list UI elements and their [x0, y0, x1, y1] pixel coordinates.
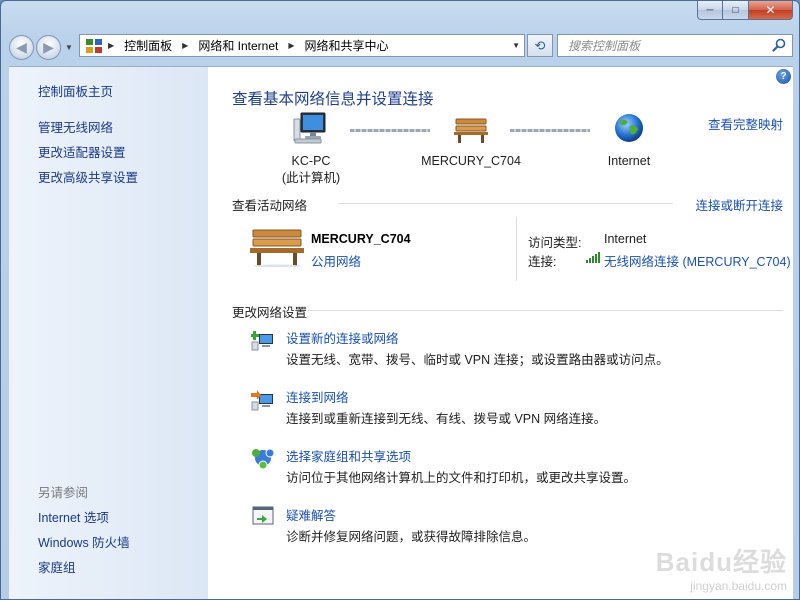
troubleshoot-desc: 诊断并修复网络问题，或获得故障排除信息。 [286, 530, 537, 544]
refresh-icon: ⟲ [534, 37, 546, 53]
map-computer-node: KC-PC (此计算机) [274, 153, 348, 187]
chevron-right-icon[interactable]: ▶ [108, 41, 114, 50]
connect-to-network-link[interactable]: 连接到网络 [286, 387, 349, 406]
address-bar[interactable]: ▶ 控制面板 ▶ 网络和 Internet ▶ 网络和共享中心 ▼ [79, 34, 525, 57]
sidebar-item-manage-wireless[interactable]: 管理无线网络 [38, 117, 113, 136]
main-panel: ? 查看基本网络信息并设置连接 查看完整映射 KC-PC (此计算机) MERC… [208, 67, 793, 599]
sidebar-item-control-panel-home[interactable]: 控制面板主页 [38, 81, 113, 100]
breadcrumb-control-panel[interactable]: 控制面板 [124, 37, 172, 54]
see-also-windows-firewall[interactable]: Windows 防火墙 [38, 532, 130, 551]
control-panel-icon [86, 38, 102, 53]
computer-subtitle: (此计算机) [281, 171, 341, 185]
homegroup-sharing-desc: 访问位于其他网络计算机上的文件和打印机，或更改共享设置。 [286, 471, 637, 485]
control-panel-window: ─ □ ✕ ◀ ▶ ▼ ▶ 控制面板 ▶ 网络和 Internet ▶ 网络和共… [0, 0, 800, 600]
close-button[interactable]: ✕ [749, 1, 793, 20]
section-divider [308, 310, 783, 311]
watermark-logo: Baidu经验 [655, 547, 787, 577]
sidebar-item-adapter-settings[interactable]: 更改适配器设置 [38, 142, 126, 161]
section-divider [338, 203, 673, 204]
see-also-homegroup[interactable]: 家庭组 [38, 557, 76, 576]
search-input[interactable] [568, 38, 768, 53]
globe-icon [615, 114, 643, 142]
sidebar: 控制面板主页 管理无线网络 更改适配器设置 更改高级共享设置 另请参阅 Inte… [9, 67, 208, 599]
caption-buttons: ─ □ ✕ [697, 1, 793, 20]
page-title: 查看基本网络信息并设置连接 [232, 91, 434, 108]
change-settings-heading: 更改网络设置 [232, 306, 308, 320]
see-also-heading: 另请参阅 [38, 486, 89, 500]
connect-network-icon [251, 390, 273, 411]
troubleshoot-link[interactable]: 疑难解答 [286, 505, 336, 524]
navigation-bar: ◀ ▶ ▼ ▶ 控制面板 ▶ 网络和 Internet ▶ 网络和共享中心 ▼ … [9, 33, 793, 61]
breadcrumb-network-internet[interactable]: 网络和 Internet [198, 37, 278, 54]
connection-label: 连接: [528, 255, 557, 269]
view-full-map-link[interactable]: 查看完整映射 [708, 114, 783, 133]
minimize-button[interactable]: ─ [697, 1, 723, 20]
homegroup-icon [252, 448, 275, 469]
refresh-button[interactable]: ⟲ [527, 34, 553, 57]
content-area: 控制面板主页 管理无线网络 更改适配器设置 更改高级共享设置 另请参阅 Inte… [9, 66, 793, 599]
breadcrumb-network-sharing-center[interactable]: 网络和共享中心 [305, 37, 389, 54]
connection-line [350, 129, 430, 132]
forward-arrow-icon: ▶ [43, 38, 54, 55]
help-icon[interactable]: ? [776, 69, 791, 84]
setup-new-connection-link[interactable]: 设置新的连接或网络 [286, 328, 399, 347]
network-type-link[interactable]: 公用网络 [311, 251, 361, 270]
bench-icon [250, 229, 304, 267]
search-box[interactable] [557, 34, 793, 57]
setup-new-connection-desc: 设置无线、宽带、拨号、临时或 VPN 连接；或设置路由器或访问点。 [286, 353, 669, 367]
map-internet-label: Internet [607, 154, 651, 168]
active-network-name: MERCURY_C704 [311, 232, 411, 246]
troubleshoot-icon [252, 506, 274, 525]
bench-icon [454, 118, 488, 143]
map-internet-node: Internet [598, 153, 660, 170]
active-networks-heading: 查看活动网络 [232, 199, 308, 213]
homegroup-sharing-link[interactable]: 选择家庭组和共享选项 [286, 446, 411, 465]
map-network-name: MERCURY_C704 [421, 154, 521, 168]
computer-icon [293, 112, 326, 144]
access-type-value: Internet [604, 232, 647, 246]
connect-disconnect-link[interactable]: 连接或断开连接 [695, 195, 783, 214]
chevron-right-icon[interactable]: ▶ [288, 41, 294, 50]
vertical-divider [516, 217, 517, 281]
map-network-node: MERCURY_C704 [418, 153, 524, 170]
connection-line [510, 129, 590, 132]
see-also-internet-options[interactable]: Internet 选项 [38, 507, 109, 526]
new-connection-icon [251, 331, 273, 351]
computer-name: KC-PC [291, 154, 331, 168]
wifi-signal-icon [586, 252, 600, 263]
access-type-label: 访问类型: [528, 236, 582, 250]
connect-to-network-desc: 连接到或重新连接到无线、有线、拨号或 VPN 网络连接。 [286, 412, 607, 426]
wireless-connection-link[interactable]: 无线网络连接 (MERCURY_C704) [604, 251, 791, 270]
back-button[interactable]: ◀ [9, 34, 34, 60]
sidebar-item-advanced-sharing[interactable]: 更改高级共享设置 [38, 167, 138, 186]
back-arrow-icon: ◀ [16, 38, 27, 55]
search-icon[interactable] [772, 38, 786, 52]
address-dropdown-icon[interactable]: ▼ [512, 41, 520, 50]
chevron-right-icon[interactable]: ▶ [182, 41, 188, 50]
recent-pages-dropdown[interactable]: ▼ [63, 43, 75, 52]
forward-button[interactable]: ▶ [36, 34, 61, 60]
watermark-url: jingyan.baidu.com [690, 579, 787, 593]
maximize-button[interactable]: □ [723, 1, 749, 20]
baidu-watermark: Baidu经验 jingyan.baidu.com [656, 542, 787, 593]
